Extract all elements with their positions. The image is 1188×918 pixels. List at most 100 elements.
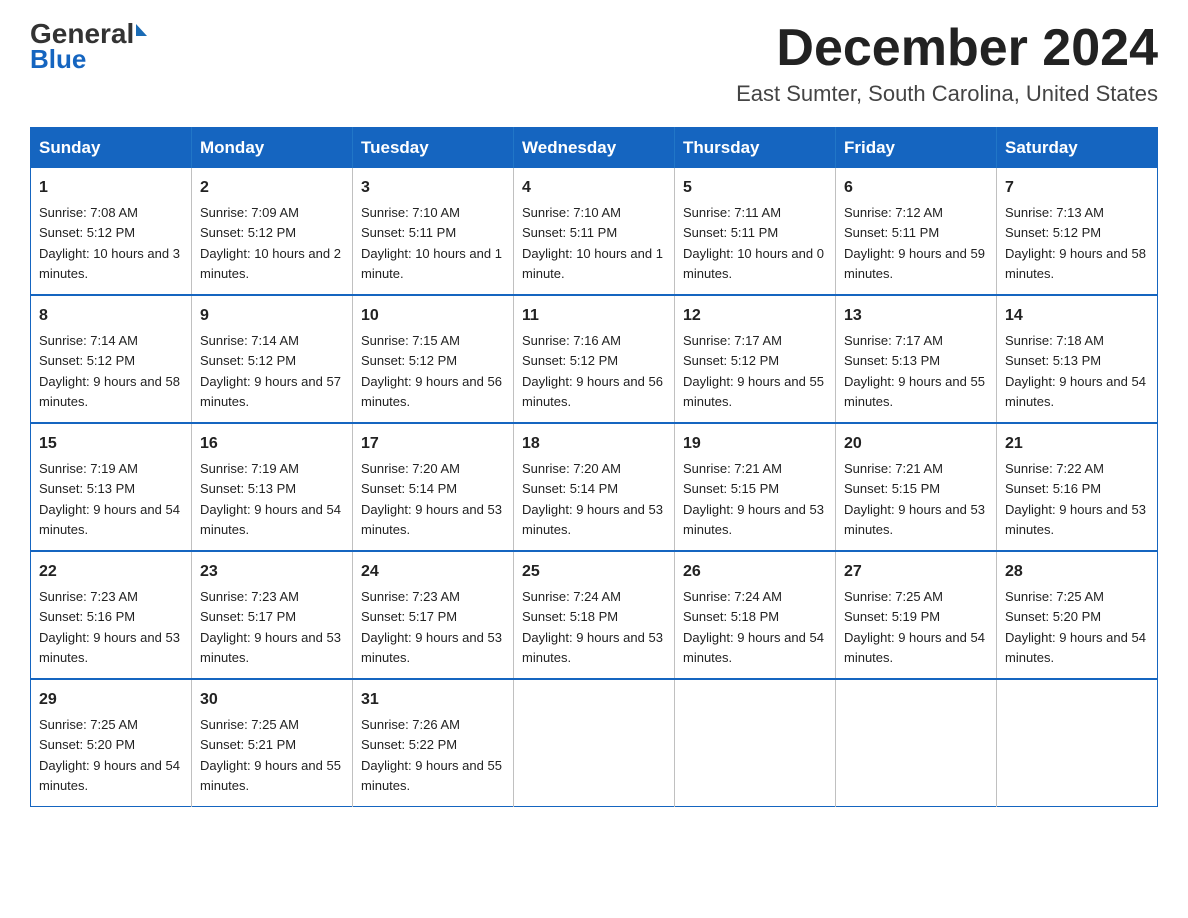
col-saturday: Saturday bbox=[997, 128, 1158, 169]
day-number: 13 bbox=[844, 304, 988, 328]
day-info: Sunrise: 7:17 AMSunset: 5:12 PMDaylight:… bbox=[683, 333, 824, 409]
day-info: Sunrise: 7:10 AMSunset: 5:11 PMDaylight:… bbox=[522, 205, 663, 281]
day-info: Sunrise: 7:19 AMSunset: 5:13 PMDaylight:… bbox=[39, 461, 180, 537]
day-info: Sunrise: 7:21 AMSunset: 5:15 PMDaylight:… bbox=[683, 461, 824, 537]
day-number: 18 bbox=[522, 432, 666, 456]
calendar-cell bbox=[997, 679, 1158, 807]
calendar-cell: 25 Sunrise: 7:24 AMSunset: 5:18 PMDaylig… bbox=[514, 551, 675, 679]
day-info: Sunrise: 7:20 AMSunset: 5:14 PMDaylight:… bbox=[361, 461, 502, 537]
calendar-week-5: 29 Sunrise: 7:25 AMSunset: 5:20 PMDaylig… bbox=[31, 679, 1158, 807]
calendar-cell: 1 Sunrise: 7:08 AMSunset: 5:12 PMDayligh… bbox=[31, 168, 192, 295]
calendar-cell: 24 Sunrise: 7:23 AMSunset: 5:17 PMDaylig… bbox=[353, 551, 514, 679]
day-info: Sunrise: 7:12 AMSunset: 5:11 PMDaylight:… bbox=[844, 205, 985, 281]
day-number: 21 bbox=[1005, 432, 1149, 456]
day-number: 1 bbox=[39, 176, 183, 200]
logo: General Blue bbox=[30, 20, 147, 75]
calendar-cell: 22 Sunrise: 7:23 AMSunset: 5:16 PMDaylig… bbox=[31, 551, 192, 679]
calendar-cell: 11 Sunrise: 7:16 AMSunset: 5:12 PMDaylig… bbox=[514, 295, 675, 423]
title-block: December 2024 East Sumter, South Carolin… bbox=[736, 20, 1158, 107]
day-number: 26 bbox=[683, 560, 827, 584]
day-number: 17 bbox=[361, 432, 505, 456]
col-thursday: Thursday bbox=[675, 128, 836, 169]
calendar-table: Sunday Monday Tuesday Wednesday Thursday… bbox=[30, 127, 1158, 807]
calendar-cell: 13 Sunrise: 7:17 AMSunset: 5:13 PMDaylig… bbox=[836, 295, 997, 423]
day-number: 31 bbox=[361, 688, 505, 712]
calendar-cell bbox=[675, 679, 836, 807]
day-info: Sunrise: 7:23 AMSunset: 5:17 PMDaylight:… bbox=[361, 589, 502, 665]
calendar-header-row: Sunday Monday Tuesday Wednesday Thursday… bbox=[31, 128, 1158, 169]
day-number: 5 bbox=[683, 176, 827, 200]
calendar-cell: 18 Sunrise: 7:20 AMSunset: 5:14 PMDaylig… bbox=[514, 423, 675, 551]
day-number: 9 bbox=[200, 304, 344, 328]
day-info: Sunrise: 7:23 AMSunset: 5:17 PMDaylight:… bbox=[200, 589, 341, 665]
day-info: Sunrise: 7:14 AMSunset: 5:12 PMDaylight:… bbox=[39, 333, 180, 409]
day-info: Sunrise: 7:13 AMSunset: 5:12 PMDaylight:… bbox=[1005, 205, 1146, 281]
day-info: Sunrise: 7:16 AMSunset: 5:12 PMDaylight:… bbox=[522, 333, 663, 409]
calendar-cell: 12 Sunrise: 7:17 AMSunset: 5:12 PMDaylig… bbox=[675, 295, 836, 423]
day-info: Sunrise: 7:26 AMSunset: 5:22 PMDaylight:… bbox=[361, 717, 502, 793]
calendar-cell: 6 Sunrise: 7:12 AMSunset: 5:11 PMDayligh… bbox=[836, 168, 997, 295]
calendar-cell: 10 Sunrise: 7:15 AMSunset: 5:12 PMDaylig… bbox=[353, 295, 514, 423]
day-number: 6 bbox=[844, 176, 988, 200]
day-info: Sunrise: 7:17 AMSunset: 5:13 PMDaylight:… bbox=[844, 333, 985, 409]
page-header: General Blue December 2024 East Sumter, … bbox=[30, 20, 1158, 107]
calendar-week-1: 1 Sunrise: 7:08 AMSunset: 5:12 PMDayligh… bbox=[31, 168, 1158, 295]
location-title: East Sumter, South Carolina, United Stat… bbox=[736, 81, 1158, 107]
calendar-cell bbox=[514, 679, 675, 807]
day-info: Sunrise: 7:19 AMSunset: 5:13 PMDaylight:… bbox=[200, 461, 341, 537]
calendar-cell: 4 Sunrise: 7:10 AMSunset: 5:11 PMDayligh… bbox=[514, 168, 675, 295]
month-title: December 2024 bbox=[736, 20, 1158, 77]
day-number: 15 bbox=[39, 432, 183, 456]
day-info: Sunrise: 7:24 AMSunset: 5:18 PMDaylight:… bbox=[522, 589, 663, 665]
day-info: Sunrise: 7:25 AMSunset: 5:20 PMDaylight:… bbox=[39, 717, 180, 793]
day-info: Sunrise: 7:10 AMSunset: 5:11 PMDaylight:… bbox=[361, 205, 502, 281]
day-info: Sunrise: 7:09 AMSunset: 5:12 PMDaylight:… bbox=[200, 205, 341, 281]
day-number: 27 bbox=[844, 560, 988, 584]
calendar-cell: 17 Sunrise: 7:20 AMSunset: 5:14 PMDaylig… bbox=[353, 423, 514, 551]
calendar-cell: 7 Sunrise: 7:13 AMSunset: 5:12 PMDayligh… bbox=[997, 168, 1158, 295]
day-number: 30 bbox=[200, 688, 344, 712]
day-number: 14 bbox=[1005, 304, 1149, 328]
day-info: Sunrise: 7:24 AMSunset: 5:18 PMDaylight:… bbox=[683, 589, 824, 665]
day-number: 8 bbox=[39, 304, 183, 328]
calendar-week-2: 8 Sunrise: 7:14 AMSunset: 5:12 PMDayligh… bbox=[31, 295, 1158, 423]
day-info: Sunrise: 7:14 AMSunset: 5:12 PMDaylight:… bbox=[200, 333, 341, 409]
calendar-cell: 23 Sunrise: 7:23 AMSunset: 5:17 PMDaylig… bbox=[192, 551, 353, 679]
day-info: Sunrise: 7:08 AMSunset: 5:12 PMDaylight:… bbox=[39, 205, 180, 281]
calendar-cell: 9 Sunrise: 7:14 AMSunset: 5:12 PMDayligh… bbox=[192, 295, 353, 423]
calendar-cell: 31 Sunrise: 7:26 AMSunset: 5:22 PMDaylig… bbox=[353, 679, 514, 807]
calendar-cell: 8 Sunrise: 7:14 AMSunset: 5:12 PMDayligh… bbox=[31, 295, 192, 423]
day-number: 10 bbox=[361, 304, 505, 328]
calendar-cell: 16 Sunrise: 7:19 AMSunset: 5:13 PMDaylig… bbox=[192, 423, 353, 551]
day-number: 29 bbox=[39, 688, 183, 712]
day-number: 7 bbox=[1005, 176, 1149, 200]
col-friday: Friday bbox=[836, 128, 997, 169]
day-info: Sunrise: 7:25 AMSunset: 5:21 PMDaylight:… bbox=[200, 717, 341, 793]
calendar-cell: 29 Sunrise: 7:25 AMSunset: 5:20 PMDaylig… bbox=[31, 679, 192, 807]
calendar-cell: 30 Sunrise: 7:25 AMSunset: 5:21 PMDaylig… bbox=[192, 679, 353, 807]
col-monday: Monday bbox=[192, 128, 353, 169]
day-info: Sunrise: 7:21 AMSunset: 5:15 PMDaylight:… bbox=[844, 461, 985, 537]
day-info: Sunrise: 7:11 AMSunset: 5:11 PMDaylight:… bbox=[683, 205, 824, 281]
col-sunday: Sunday bbox=[31, 128, 192, 169]
day-number: 22 bbox=[39, 560, 183, 584]
day-info: Sunrise: 7:25 AMSunset: 5:19 PMDaylight:… bbox=[844, 589, 985, 665]
day-number: 20 bbox=[844, 432, 988, 456]
calendar-cell: 5 Sunrise: 7:11 AMSunset: 5:11 PMDayligh… bbox=[675, 168, 836, 295]
calendar-cell: 27 Sunrise: 7:25 AMSunset: 5:19 PMDaylig… bbox=[836, 551, 997, 679]
calendar-cell: 26 Sunrise: 7:24 AMSunset: 5:18 PMDaylig… bbox=[675, 551, 836, 679]
calendar-cell: 14 Sunrise: 7:18 AMSunset: 5:13 PMDaylig… bbox=[997, 295, 1158, 423]
day-info: Sunrise: 7:25 AMSunset: 5:20 PMDaylight:… bbox=[1005, 589, 1146, 665]
day-number: 12 bbox=[683, 304, 827, 328]
day-number: 19 bbox=[683, 432, 827, 456]
day-number: 16 bbox=[200, 432, 344, 456]
day-number: 4 bbox=[522, 176, 666, 200]
calendar-cell: 19 Sunrise: 7:21 AMSunset: 5:15 PMDaylig… bbox=[675, 423, 836, 551]
day-info: Sunrise: 7:18 AMSunset: 5:13 PMDaylight:… bbox=[1005, 333, 1146, 409]
day-number: 24 bbox=[361, 560, 505, 584]
day-number: 2 bbox=[200, 176, 344, 200]
day-number: 25 bbox=[522, 560, 666, 584]
day-info: Sunrise: 7:15 AMSunset: 5:12 PMDaylight:… bbox=[361, 333, 502, 409]
day-number: 23 bbox=[200, 560, 344, 584]
day-number: 28 bbox=[1005, 560, 1149, 584]
